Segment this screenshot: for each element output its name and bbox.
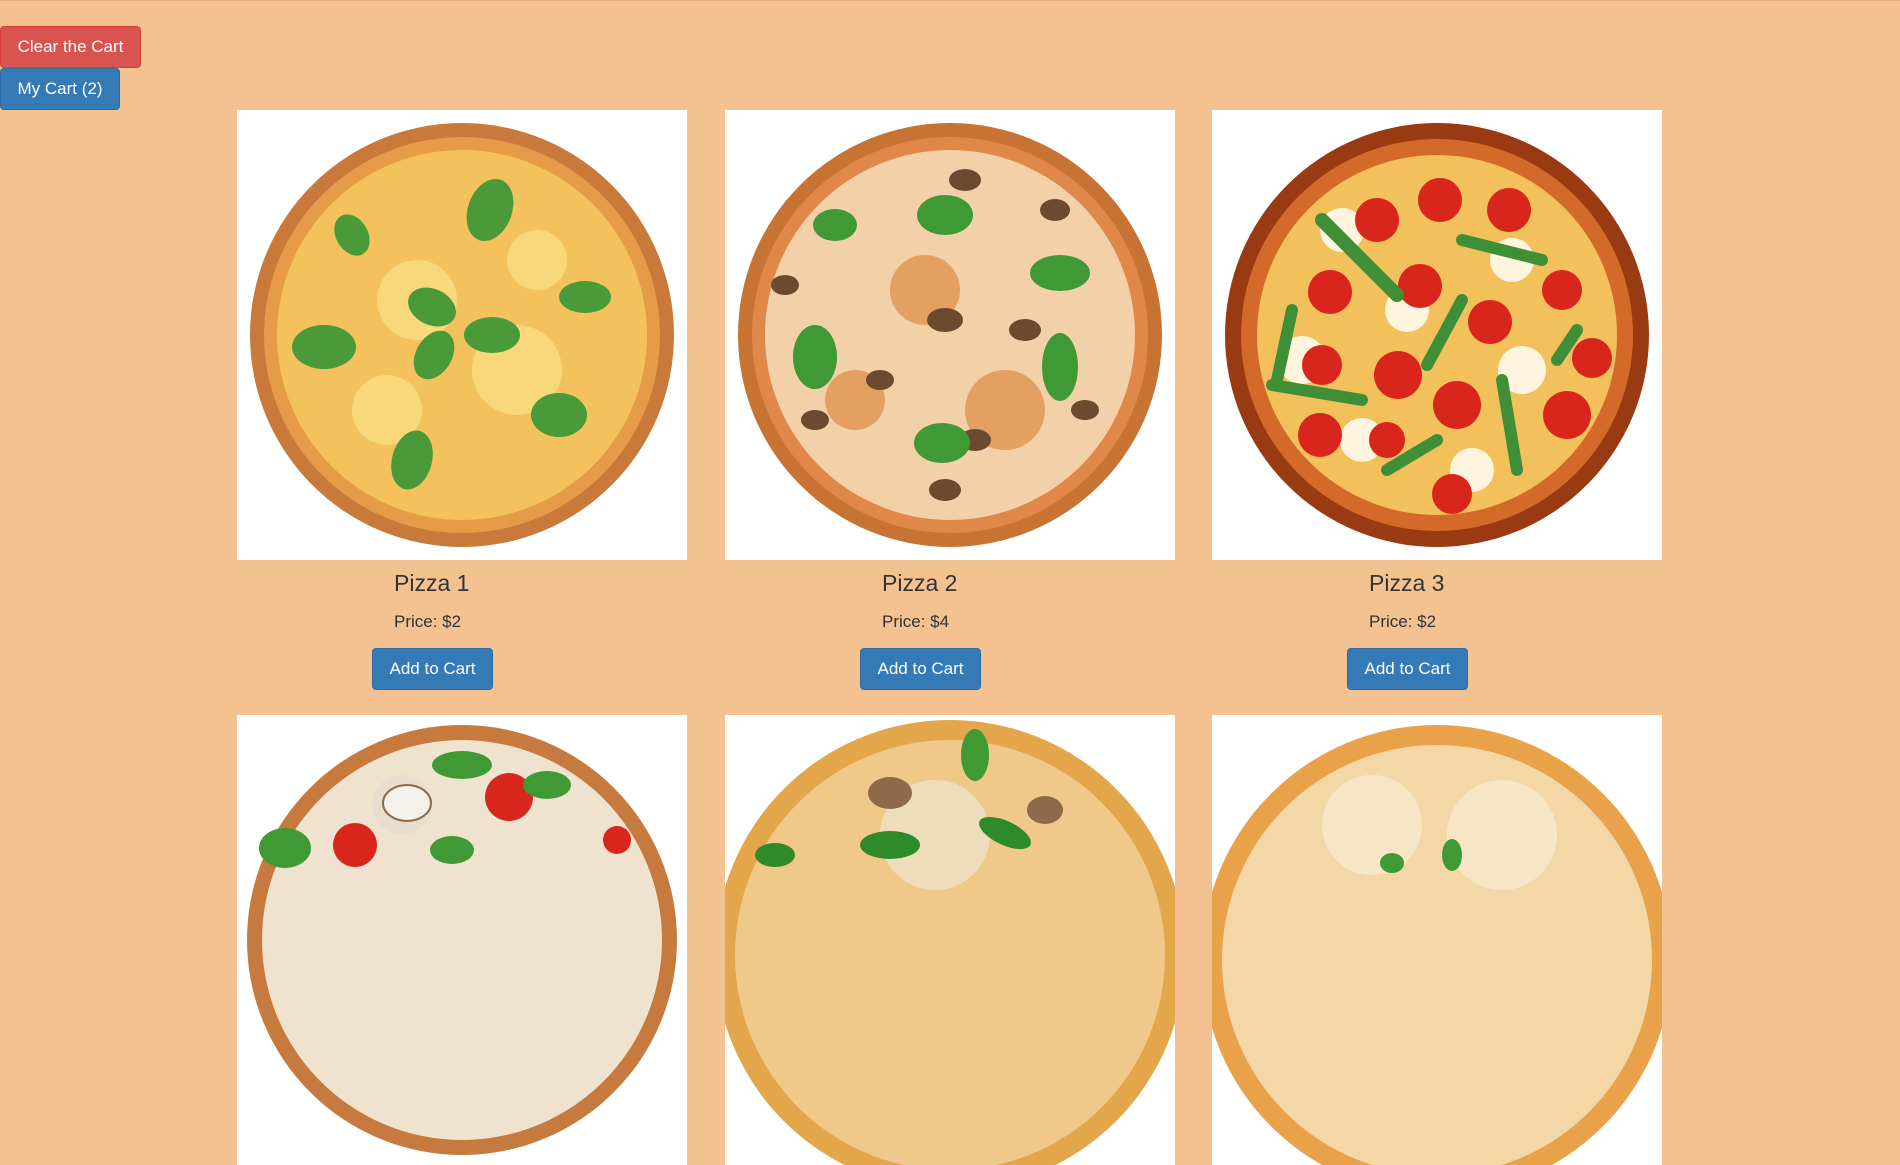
product-image[interactable] (237, 110, 687, 560)
product-name: Pizza 2 (882, 570, 958, 596)
product-image[interactable] (1212, 715, 1662, 1165)
add-to-cart-button[interactable]: Add to Cart (1347, 648, 1468, 690)
product-image[interactable] (237, 715, 687, 1165)
pizza-image-icon (1212, 725, 1662, 1165)
add-to-cart-button[interactable]: Add to Cart (860, 648, 981, 690)
my-cart-button[interactable]: My Cart (2) (0, 68, 120, 110)
pizza-image-icon (1225, 123, 1649, 547)
add-to-cart-button[interactable]: Add to Cart (372, 648, 493, 690)
product-price: Price: $2 (1369, 612, 1437, 631)
pizza-image-icon (250, 123, 674, 547)
top-border (0, 0, 1900, 1)
product-name: Pizza 3 (1369, 570, 1445, 596)
product-image[interactable] (1212, 110, 1662, 560)
product-price: Price: $4 (882, 612, 950, 631)
clear-cart-button[interactable]: Clear the Cart (0, 26, 141, 68)
pizza-image-icon (738, 123, 1162, 547)
product-price: Price: $2 (394, 612, 462, 631)
product-image[interactable] (725, 110, 1175, 560)
product-name: Pizza 1 (394, 570, 470, 596)
pizza-image-icon (247, 725, 677, 1155)
product-image[interactable] (725, 715, 1175, 1165)
pizza-image-icon (725, 720, 1175, 1165)
